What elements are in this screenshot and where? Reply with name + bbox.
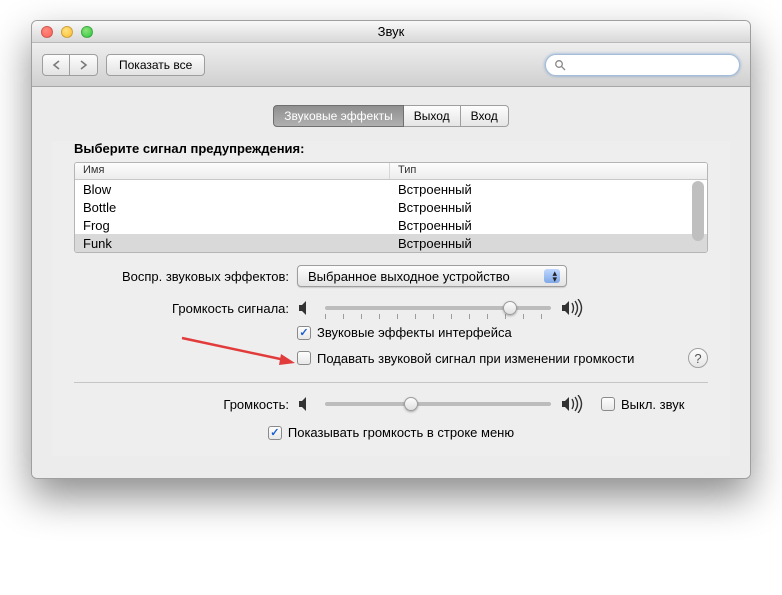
tab-sound-effects[interactable]: Звуковые эффекты — [273, 105, 403, 127]
table-scrollbar[interactable] — [691, 181, 705, 250]
feedback-row: Подавать звуковой сигнал при изменении г… — [297, 348, 708, 368]
scroll-thumb[interactable] — [692, 181, 704, 241]
speaker-high-icon — [561, 299, 587, 317]
chevron-updown-icon: ▴▾ — [552, 270, 557, 282]
menubar-label: Показывать громкость в строке меню — [288, 425, 514, 440]
table-row[interactable]: Bottle Встроенный — [75, 198, 707, 216]
output-volume-slider[interactable] — [325, 402, 551, 406]
window-title: Звук — [32, 24, 750, 39]
zoom-icon[interactable] — [81, 26, 93, 38]
traffic-lights — [32, 26, 93, 38]
close-icon[interactable] — [41, 26, 53, 38]
column-type[interactable]: Тип — [390, 163, 707, 179]
column-name[interactable]: Имя — [75, 163, 390, 179]
menubar-row: ✓ Показывать громкость в строке меню — [74, 425, 708, 440]
ui-sounds-row: ✓ Звуковые эффекты интерфейса — [297, 325, 708, 340]
back-button[interactable] — [42, 54, 70, 76]
tab-output[interactable]: Выход — [404, 105, 461, 127]
slider-thumb[interactable] — [404, 397, 418, 411]
alert-sound-label: Выберите сигнал предупреждения: — [74, 141, 708, 156]
speaker-low-icon — [297, 396, 315, 412]
table-row[interactable]: Funk Встроенный — [75, 234, 707, 252]
menubar-checkbox[interactable]: ✓ — [268, 426, 282, 440]
speaker-low-icon — [297, 300, 315, 316]
table-header: Имя Тип — [75, 163, 707, 180]
show-all-button[interactable]: Показать все — [106, 54, 205, 76]
tab-input[interactable]: Вход — [461, 105, 509, 127]
mute-checkbox[interactable] — [601, 397, 615, 411]
mute-label: Выкл. звук — [621, 397, 684, 412]
table-body: Blow Встроенный Bottle Встроенный Frog В… — [75, 180, 707, 252]
play-through-select[interactable]: Выбранное выходное устройство ▴▾ — [297, 265, 567, 287]
feedback-checkbox[interactable] — [297, 351, 311, 365]
search-icon — [554, 59, 566, 71]
play-through-label: Воспр. звуковых эффектов: — [74, 269, 289, 284]
help-button[interactable]: ? — [688, 348, 708, 368]
sound-effects-panel: Выберите сигнал предупреждения: Имя Тип … — [52, 141, 730, 456]
play-through-value: Выбранное выходное устройство — [308, 269, 510, 284]
table-row[interactable]: Blow Встроенный — [75, 180, 707, 198]
toolbar: Показать все — [32, 43, 750, 87]
search-input[interactable] — [570, 58, 731, 72]
forward-button[interactable] — [70, 54, 98, 76]
sound-preferences-window: Звук Показать все Звуковые эффекты Выход… — [31, 20, 751, 479]
tab-bar: Звуковые эффекты Выход Вход — [52, 105, 730, 127]
minimize-icon[interactable] — [61, 26, 73, 38]
separator — [74, 382, 708, 383]
alert-volume-slider[interactable] — [325, 306, 551, 310]
titlebar: Звук — [32, 21, 750, 43]
annotation-arrow-icon — [177, 330, 297, 370]
speaker-high-icon — [561, 395, 587, 413]
feedback-label: Подавать звуковой сигнал при изменении г… — [317, 351, 634, 366]
content: Звуковые эффекты Выход Вход Выберите сиг… — [32, 87, 750, 478]
nav-buttons — [42, 54, 98, 76]
ui-sounds-label: Звуковые эффекты интерфейса — [317, 325, 512, 340]
slider-thumb[interactable] — [503, 301, 517, 315]
table-row[interactable]: Frog Встроенный — [75, 216, 707, 234]
search-field[interactable] — [545, 54, 740, 76]
ui-sounds-checkbox[interactable]: ✓ — [297, 326, 311, 340]
alert-volume-label: Громкость сигнала: — [74, 301, 289, 316]
output-volume-label: Громкость: — [74, 397, 289, 412]
alert-sound-table: Имя Тип Blow Встроенный Bottle Встроенны… — [74, 162, 708, 253]
show-all-label: Показать все — [119, 58, 192, 72]
